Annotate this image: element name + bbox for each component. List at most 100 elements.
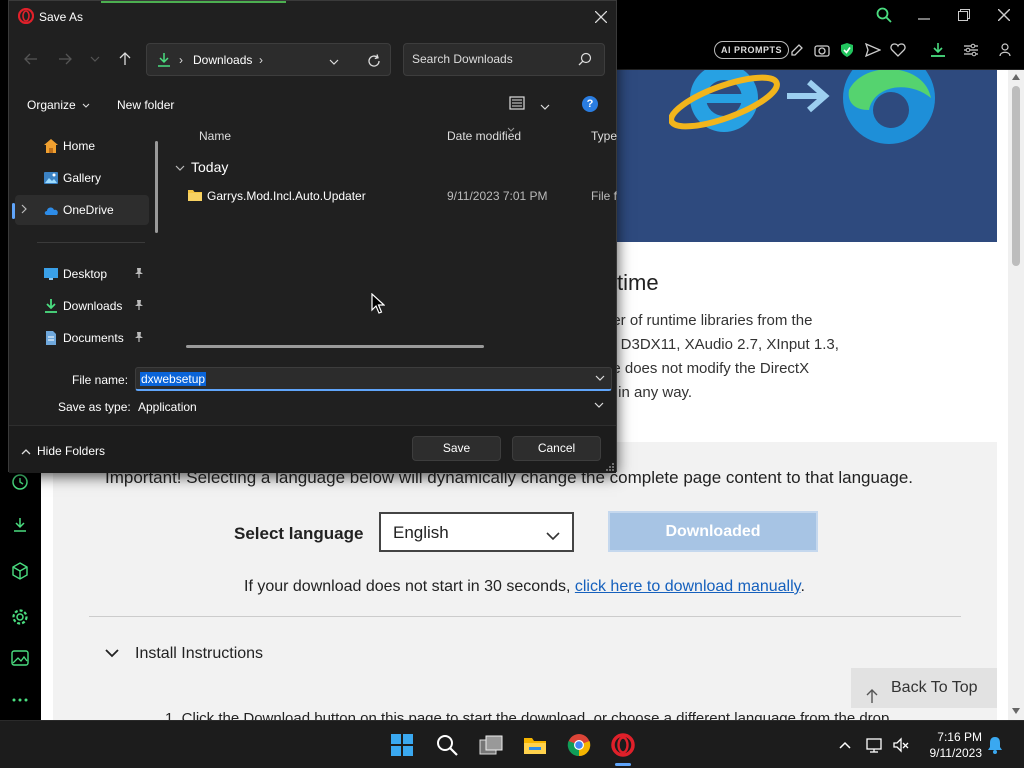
recent-chevron-icon[interactable] (85, 49, 105, 69)
search-input[interactable] (412, 52, 572, 66)
nav-pane-scrollbar[interactable] (155, 141, 158, 233)
manual-download-line: If your download does not start in 30 se… (244, 578, 805, 596)
file-name-input[interactable]: dxwebsetup (135, 367, 612, 391)
downloaded-button[interactable]: Downloaded (608, 511, 818, 552)
address-bar[interactable]: › Downloads › (146, 43, 391, 76)
easy-setup-icon[interactable] (962, 41, 980, 59)
history-icon[interactable] (8, 470, 32, 494)
dialog-close-icon[interactable] (591, 8, 611, 26)
nav-item-gallery[interactable]: Gallery (15, 163, 149, 193)
nav-item-documents[interactable]: Documents (15, 323, 149, 353)
language-select[interactable]: English (379, 512, 574, 552)
downloads-icon[interactable] (929, 41, 947, 59)
save-type-select[interactable]: Application (135, 394, 612, 418)
view-options-icon[interactable] (509, 96, 525, 115)
start-windows-icon[interactable] (389, 732, 415, 758)
save-button[interactable]: Save (412, 436, 501, 461)
nav-item-home[interactable]: Home (15, 131, 149, 161)
select-language-label: Select language (234, 524, 364, 543)
settings-gear-icon[interactable] (8, 605, 32, 629)
horizontal-scrollbar[interactable] (186, 345, 484, 348)
breadcrumb-downloads[interactable]: Downloads (193, 53, 252, 67)
nav-item-label: Home (63, 139, 96, 153)
notification-bell-icon[interactable] (986, 736, 1004, 754)
close-window-icon[interactable] (992, 5, 1016, 25)
search-tabs-icon[interactable] (872, 5, 896, 25)
column-header-date[interactable]: Date modified (447, 129, 521, 143)
ai-prompts-button[interactable]: AI PROMPTS (714, 41, 790, 59)
dialog-titlebar: Save As (9, 1, 616, 33)
nav-item-downloads[interactable]: Downloads (15, 291, 149, 321)
page-scrollbar[interactable] (1008, 70, 1024, 720)
profile-icon[interactable] (996, 41, 1014, 59)
heart-icon[interactable] (889, 41, 907, 59)
file-explorer-icon[interactable] (522, 732, 548, 758)
clock[interactable]: 7:16 PM 9/11/2023 (920, 729, 983, 761)
manual-suffix: . (800, 578, 805, 595)
nav-item-onedrive[interactable]: OneDrive (15, 195, 149, 225)
restore-icon[interactable] (952, 5, 976, 25)
vpn-shield-icon[interactable] (838, 41, 856, 59)
browser-toolbar: AI PROMPTS (616, 30, 1024, 70)
dialog-title: Save As (39, 10, 84, 24)
file-row[interactable]: Garrys.Mod.Incl.Auto.Updater 9/11/2023 7… (167, 185, 617, 207)
resize-grip-icon[interactable] (605, 462, 615, 472)
pin-icon[interactable] (133, 299, 145, 311)
forward-arrow-icon[interactable] (55, 49, 75, 69)
extensions-cube-icon[interactable] (8, 559, 32, 583)
install-instructions-toggle[interactable]: Install Instructions (105, 645, 263, 663)
file-name: Garrys.Mod.Incl.Auto.Updater (207, 189, 366, 203)
pin-icon[interactable] (133, 267, 145, 279)
up-arrow-icon[interactable] (115, 49, 135, 69)
file-type: File fo (591, 189, 617, 203)
view-dropdown-icon[interactable] (540, 98, 550, 116)
back-to-top-label: Back To Top (891, 679, 978, 696)
navigation-bar: › Downloads › (9, 39, 616, 79)
scroll-thumb[interactable] (1012, 86, 1020, 266)
send-icon[interactable] (864, 41, 882, 59)
chevron-down-icon[interactable] (594, 402, 604, 409)
sidebar-downloads-icon[interactable] (8, 513, 32, 537)
column-header-type[interactable]: Type (591, 129, 617, 143)
taskbar-search-icon[interactable] (434, 732, 460, 758)
camera-icon[interactable] (813, 41, 831, 59)
refresh-icon[interactable] (364, 51, 384, 71)
save-type-value: Application (138, 400, 197, 414)
cancel-button[interactable]: Cancel (512, 436, 601, 461)
new-folder-button[interactable]: New folder (117, 98, 174, 112)
file-date: 9/11/2023 7:01 PM (447, 189, 548, 203)
address-dropdown-icon[interactable] (329, 53, 339, 71)
column-header-name[interactable]: Name (199, 129, 231, 143)
task-view-icon[interactable] (478, 732, 504, 758)
opera-taskbar-icon[interactable] (610, 732, 636, 758)
tray-chevron-up-icon[interactable] (836, 736, 854, 754)
group-header[interactable]: Today (175, 159, 228, 175)
more-icon[interactable] (8, 688, 32, 712)
file-name-value[interactable]: dxwebsetup (140, 372, 207, 386)
back-arrow-icon[interactable] (21, 49, 41, 69)
organize-button[interactable]: Organize (27, 98, 90, 112)
nav-item-desktop[interactable]: Desktop (15, 259, 149, 289)
back-to-top-button[interactable]: Back To Top (851, 668, 997, 708)
pin-icon[interactable] (133, 331, 145, 343)
volume-muted-icon[interactable] (892, 736, 910, 754)
gallery-sidebar-icon[interactable] (8, 646, 32, 670)
help-icon[interactable]: ? (582, 96, 598, 112)
expand-chevron-icon[interactable] (21, 204, 27, 214)
search-box[interactable] (403, 43, 605, 76)
chrome-icon[interactable] (566, 732, 592, 758)
manual-download-link[interactable]: click here to download manually (575, 578, 801, 595)
desktop-icon (44, 268, 58, 280)
hide-folders-button[interactable]: Hide Folders (21, 444, 105, 458)
gallery-icon (44, 172, 58, 184)
clock-date: 9/11/2023 (929, 746, 983, 760)
network-icon[interactable] (866, 736, 884, 754)
search-icon[interactable] (578, 52, 592, 71)
chevron-down-icon[interactable] (595, 375, 605, 382)
breadcrumb-separator[interactable]: › (259, 53, 263, 67)
body-line: ber of runtime libraries from the (604, 312, 813, 329)
save-type-row: Save as type: Application (9, 394, 616, 418)
edit-icon[interactable] (788, 41, 806, 59)
breadcrumb-separator: › (179, 53, 183, 67)
minimize-icon[interactable] (912, 5, 936, 25)
